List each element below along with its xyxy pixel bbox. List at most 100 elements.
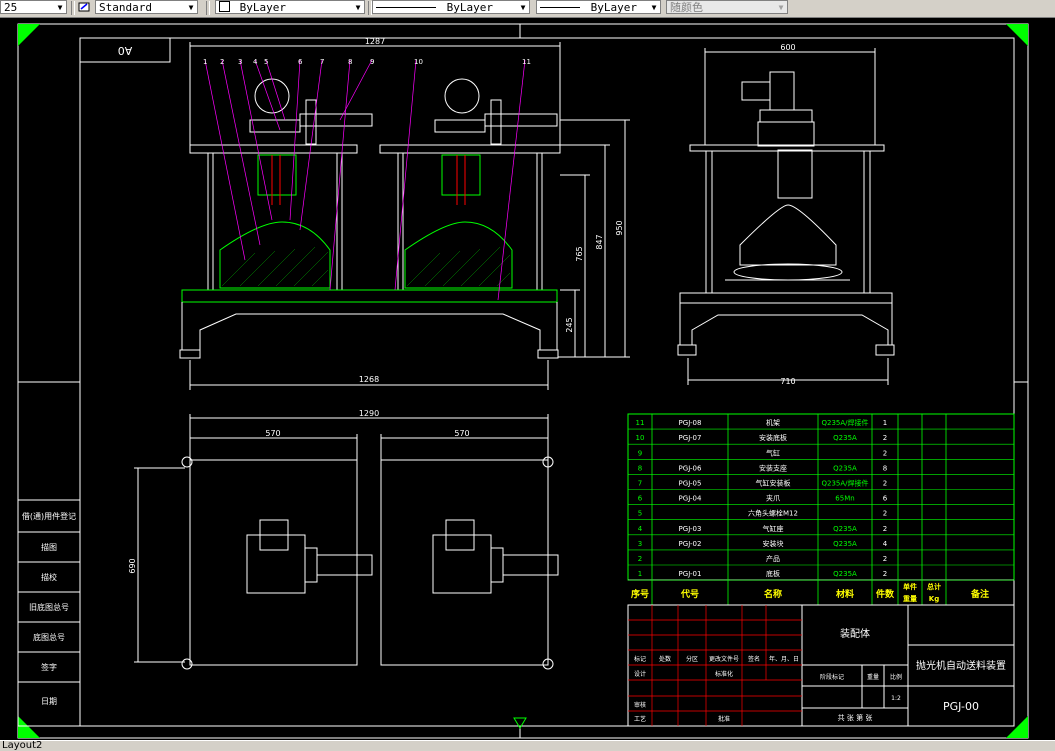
left-strip-labels: 借(通)用件登记 描图 描校 旧底图总号 底图总号 签字 日期 [22,511,76,706]
corner-mark [1006,716,1028,738]
svg-text:材料: 材料 [835,588,854,600]
dim-scale-value: 25 [4,1,18,14]
bom-cell-material: Q235A [833,570,857,578]
chevron-down-icon[interactable]: ▼ [353,2,363,13]
dim-scale-combo[interactable]: 25 ▼ [0,0,67,14]
svg-text:重量: 重量 [903,594,917,603]
bom-cell-material: Q235A [833,540,857,548]
svg-text:单件: 单件 [903,582,917,591]
svg-text:日期: 日期 [41,697,57,706]
properties-toolbar: 25 ▼ Standard ▼ ByLayer ▼ ByLayer ▼ ByLa… [0,0,1055,18]
left-record-strip [17,499,81,727]
layout-tab-bar: Layout2 [0,740,1055,751]
title-block-text: 装配体 抛光机自动送料装置 PGJ-00 阶段标记 重量 比例 1:2 共 张 … [634,627,1006,723]
bom-cell-no: 8 [638,464,642,472]
svg-text:序号: 序号 [631,588,649,600]
bom-cell-name: 夹爪 [766,494,780,503]
chevron-down-icon[interactable]: ▼ [55,2,65,13]
svg-text:名称: 名称 [764,588,782,600]
linetype-combo[interactable]: ByLayer ▼ [372,0,530,14]
bom-cell-material: 65Mn [835,495,854,503]
svg-text:代号: 代号 [680,588,699,600]
text-style-icon[interactable] [78,1,90,13]
svg-text:更改文件号: 更改文件号 [709,655,739,663]
svg-text:总计: 总计 [927,582,941,591]
inner-frame [79,37,1015,727]
bom-cell-name: 气缸 [766,448,780,457]
corner-mark [18,716,40,738]
dim-plan-half-left: 570 [265,429,280,438]
outer-frame [17,23,1029,739]
lineweight-combo[interactable]: ByLayer ▼ [536,0,661,14]
dim-front-base: 1268 [359,375,379,384]
bom-cell-qty: 2 [883,570,887,578]
svg-text:5: 5 [264,58,268,66]
bom-cell-code: PGJ-05 [679,480,702,488]
bom-cell-name: 安装支座 [759,463,787,472]
line-sample-icon [376,7,436,8]
bom-cell-code: PGJ-06 [679,464,702,472]
line-sample-icon [540,7,580,8]
dim-front-height-frame: 847 [595,234,604,249]
chevron-down-icon[interactable]: ▼ [649,2,659,13]
bom-cell-no: 11 [636,419,645,427]
plot-style-combo[interactable]: 随颜色 ▼ [666,0,788,14]
color-swatch-icon [219,1,230,12]
dim-plan-half-right: 570 [454,429,469,438]
svg-text:阶段标记: 阶段标记 [820,673,844,681]
dim-front-height-leg: 245 [565,317,574,332]
bom-cell-code: PGJ-03 [679,525,702,533]
bom-cell-qty: 6 [883,495,888,503]
svg-text:4: 4 [253,58,258,66]
svg-text:9: 9 [370,58,374,66]
color-combo[interactable]: ByLayer ▼ [215,0,365,14]
svg-text:工艺: 工艺 [634,715,646,723]
bom-cell-material: Q235A [833,464,857,472]
scale-value: 1:2 [891,695,901,702]
bom-cell-material: Q235A [833,525,857,533]
drawing-canvas[interactable]: A0 1287 1268 950 847 765 245 1 2 3 4 5 6… [0,18,1055,740]
plan-view [134,414,559,670]
svg-text:共 张 第 张: 共 张 第 张 [838,713,873,722]
svg-text:审核: 审核 [634,701,646,709]
plot-style-value: 随颜色 [670,1,703,14]
dim-plan-depth: 690 [128,558,137,573]
text-style-value: Standard [99,1,152,14]
svg-text:备注: 备注 [970,588,989,600]
svg-text:描校: 描校 [41,572,57,582]
svg-text:标记: 标记 [634,655,646,663]
front-view [179,42,630,390]
bom-cell-code: PGJ-01 [679,570,702,578]
svg-text:2: 2 [220,58,224,66]
chevron-down-icon[interactable]: ▼ [518,2,528,13]
dim-side-base: 710 [780,377,795,386]
bom-cell-code: PGJ-02 [679,540,702,548]
chevron-down-icon[interactable]: ▼ [186,2,196,13]
dim-front-height-total: 950 [615,220,624,235]
dim-side-top: 600 [780,43,795,52]
bom-cell-qty: 1 [883,419,887,427]
chevron-down-icon[interactable]: ▼ [776,2,786,13]
drawing-title: 抛光机自动送料装置 [916,659,1006,672]
bom-cell-no: 4 [638,525,643,533]
bom-cell-name: 安装块 [763,539,784,548]
drawing-number: PGJ-00 [943,700,979,713]
svg-text:8: 8 [348,58,352,66]
drawing-sheet: A0 1287 1268 950 847 765 245 1 2 3 4 5 6… [17,23,1029,739]
bom-cell-name: 机架 [766,418,780,427]
svg-text:标准化: 标准化 [715,670,733,678]
bom-cell-name: 安装底板 [759,433,787,442]
svg-text:借(通)用件登记: 借(通)用件登记 [22,511,76,521]
bom-cell-material: Q235A/焊接件 [821,479,868,488]
bom-cell-qty: 2 [883,555,887,563]
text-style-combo[interactable]: Standard ▼ [95,0,198,14]
bom-cell-no: 1 [638,570,642,578]
color-value: ByLayer [239,1,286,14]
svg-text:10: 10 [414,58,423,66]
dim-plan-width: 1290 [359,409,379,418]
svg-text:6: 6 [298,58,303,66]
svg-text:3: 3 [238,58,242,66]
corner-mark [1006,24,1028,46]
svg-text:签字: 签字 [41,662,57,672]
bom-cell-code: PGJ-07 [679,434,702,442]
